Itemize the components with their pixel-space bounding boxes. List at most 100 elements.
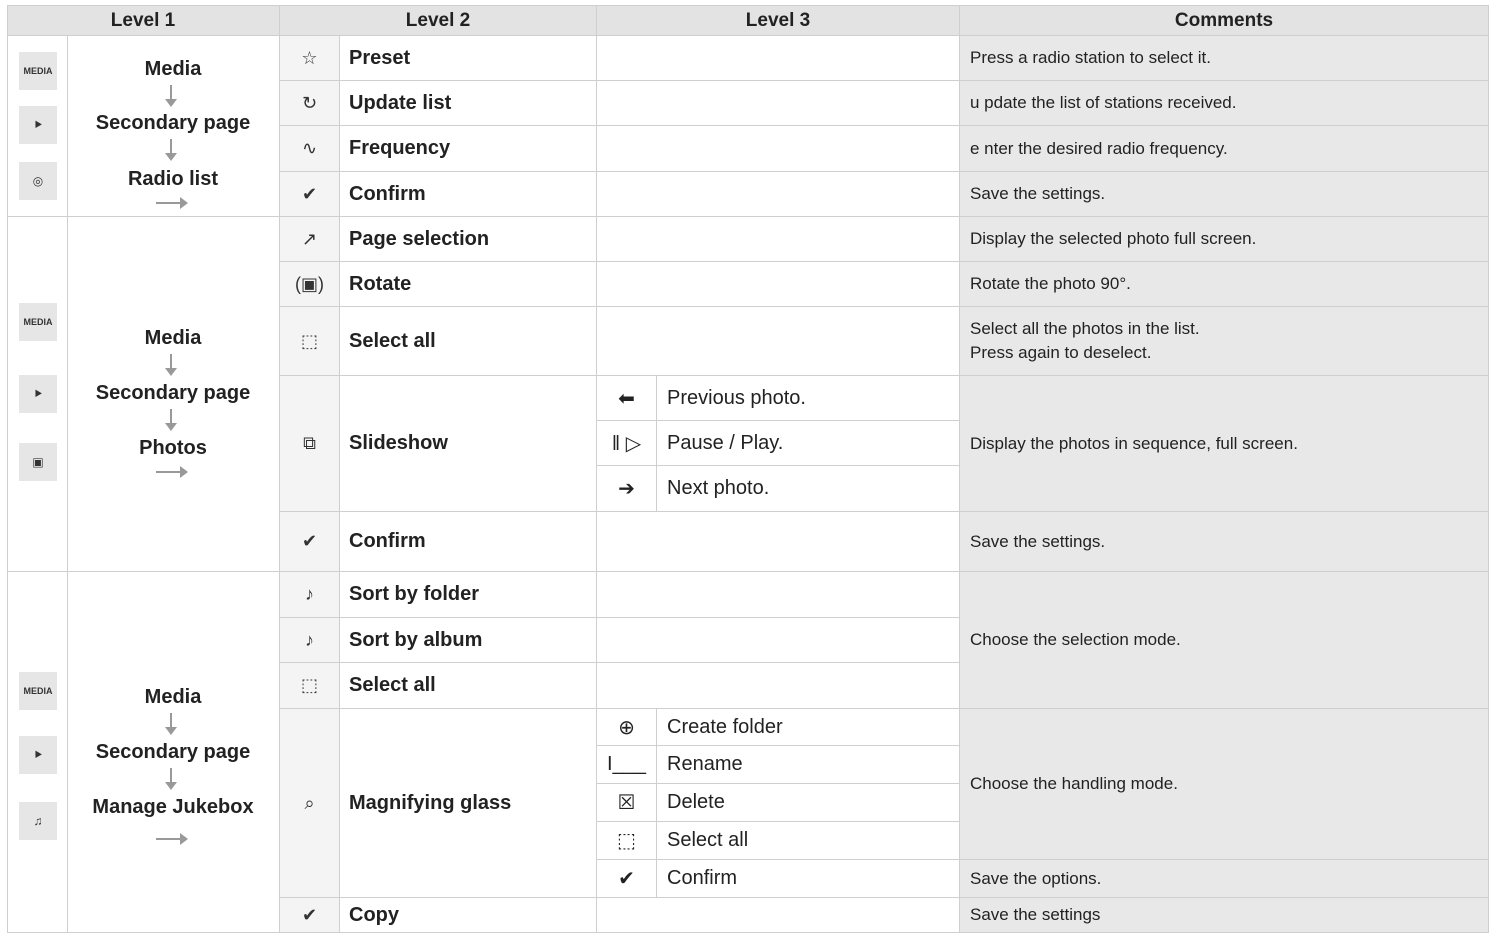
delete-icon[interactable]: ☒ <box>597 784 657 822</box>
check-icon[interactable]: ✔ <box>597 860 657 898</box>
level3-empty <box>597 217 960 262</box>
rename-icon[interactable]: I___ <box>597 746 657 784</box>
level2-item-sort-by-folder[interactable]: Sort by folder <box>340 572 597 618</box>
path-step: Secondary page <box>95 741 251 763</box>
comment-text: Save the settings <box>970 905 1101 924</box>
comment-text: Display the photos in sequence, full scr… <box>970 433 1298 453</box>
comment-text: u pdate the list of stations received. <box>970 93 1237 112</box>
level3-item[interactable]: Rename <box>657 746 960 784</box>
level3-empty <box>597 81 960 126</box>
page-selection-icon[interactable]: ↗ <box>280 217 340 262</box>
level1-icon-column: MEDIA ⯈ ♫ <box>7 572 68 933</box>
preset-icon[interactable]: ☆ <box>280 36 340 81</box>
table-top-border <box>7 5 1489 6</box>
down-arrow-icon <box>165 85 177 107</box>
secondary-page-icon: ⯈ <box>19 375 57 413</box>
comment-cell: Display the photos in sequence, full scr… <box>960 376 1489 512</box>
comment-cell: Press a radio station to select it. <box>960 36 1489 81</box>
level3-empty <box>597 572 960 618</box>
refresh-icon[interactable]: ↻ <box>280 81 340 126</box>
level2-item-preset[interactable]: Preset <box>340 36 597 81</box>
comment-cell: Choose the selection mode. <box>960 572 1489 709</box>
header-comments: Comments <box>960 6 1489 36</box>
level1-path: Media Secondary page Manage Jukebox <box>68 572 280 933</box>
arrow-right-icon[interactable]: ➔ <box>597 466 657 512</box>
down-arrow-icon <box>165 768 177 790</box>
comment-text: Save the options. <box>970 868 1102 888</box>
level3-empty <box>597 262 960 307</box>
level2-item-select-all[interactable]: Select all <box>340 307 597 376</box>
media-icon: MEDIA <box>19 303 57 341</box>
comment-cell: Save the options. <box>960 860 1489 898</box>
right-arrow-icon <box>156 197 188 209</box>
level1-path: Media Secondary page Photos <box>68 217 280 572</box>
select-all-icon[interactable]: ⬚ <box>280 663 340 709</box>
down-arrow-icon <box>165 713 177 735</box>
select-all-icon[interactable]: ⬚ <box>597 822 657 860</box>
header-level-2: Level 2 <box>280 6 597 36</box>
check-icon[interactable]: ✔ <box>280 898 340 933</box>
level3-item[interactable]: Next photo. <box>657 466 960 512</box>
level2-item-rotate[interactable]: Rotate <box>340 262 597 307</box>
comment-text: Rotate the photo 90°. <box>970 274 1131 293</box>
radio-icon: ◎ <box>19 162 57 200</box>
level3-item[interactable]: Delete <box>657 784 960 822</box>
comment-cell: e nter the desired radio frequency. <box>960 126 1489 172</box>
level3-item[interactable]: Create folder <box>657 709 960 746</box>
comment-text: Display the selected photo full screen. <box>970 229 1257 248</box>
media-icon: MEDIA <box>19 672 57 710</box>
secondary-page-icon: ⯈ <box>19 106 57 144</box>
comment-text: Press again to deselect. <box>970 343 1152 362</box>
comment-text: Save the settings. <box>970 531 1106 551</box>
level2-item-confirm[interactable]: Confirm <box>340 172 597 217</box>
comment-text: Choose the handling mode. <box>970 774 1178 793</box>
path-step: Secondary page <box>95 112 251 134</box>
comment-cell: Save the settings. <box>960 512 1489 572</box>
level2-item-page-selection[interactable]: Page selection <box>340 217 597 262</box>
comment-cell: Display the selected photo full screen. <box>960 217 1489 262</box>
comment-cell: Rotate the photo 90°. <box>960 262 1489 307</box>
folder-icon[interactable]: ♪ <box>280 572 340 618</box>
level3-empty <box>597 172 960 217</box>
level2-item-sort-by-album[interactable]: Sort by album <box>340 618 597 663</box>
comment-text: Save the settings. <box>970 184 1106 203</box>
level2-item-magnifying-glass[interactable]: Magnifying glass <box>340 709 597 898</box>
magnifying-glass-icon[interactable]: ⌕ <box>280 709 340 898</box>
level2-item-slideshow[interactable]: Slideshow <box>340 376 597 512</box>
right-arrow-icon <box>156 833 188 845</box>
select-all-icon[interactable]: ⬚ <box>280 307 340 376</box>
comment-text: e nter the desired radio frequency. <box>970 138 1228 158</box>
level1-path: Media Secondary page Radio list <box>68 36 280 217</box>
level2-item-copy[interactable]: Copy <box>340 898 597 933</box>
level3-item[interactable]: Previous photo. <box>657 376 960 421</box>
level2-item-frequency[interactable]: Frequency <box>340 126 597 172</box>
path-step: Media <box>144 327 202 349</box>
level3-item[interactable]: Pause / Play. <box>657 421 960 466</box>
pause-play-icon[interactable]: ‖ ▷ <box>597 421 657 466</box>
level2-item-update-list[interactable]: Update list <box>340 81 597 126</box>
album-icon[interactable]: ♪ <box>280 618 340 663</box>
slideshow-icon[interactable]: ⧉ <box>280 376 340 512</box>
create-folder-icon[interactable]: ⊕ <box>597 709 657 746</box>
path-step: Media <box>144 58 202 80</box>
frequency-icon[interactable]: ∿ <box>280 126 340 172</box>
down-arrow-icon <box>165 409 177 431</box>
level1-icon-column: MEDIA ⯈ ▣ <box>7 217 68 572</box>
path-step: Media <box>144 686 202 708</box>
rotate-icon[interactable]: (▣) <box>280 262 340 307</box>
photos-icon: ▣ <box>19 443 57 481</box>
check-icon[interactable]: ✔ <box>280 172 340 217</box>
level2-item-confirm[interactable]: Confirm <box>340 512 597 572</box>
right-arrow-icon <box>156 466 188 478</box>
level3-empty <box>597 126 960 172</box>
arrow-left-icon[interactable]: ⬅ <box>597 376 657 421</box>
level3-item[interactable]: Select all <box>657 822 960 860</box>
level3-item[interactable]: Confirm <box>657 860 960 898</box>
level3-empty <box>597 36 960 81</box>
level3-empty <box>597 618 960 663</box>
level2-item-select-all[interactable]: Select all <box>340 663 597 709</box>
comment-text: Select all the photos in the list. <box>970 319 1200 338</box>
path-step: Radio list <box>127 168 218 190</box>
level3-empty <box>597 512 960 572</box>
check-icon[interactable]: ✔ <box>280 512 340 572</box>
